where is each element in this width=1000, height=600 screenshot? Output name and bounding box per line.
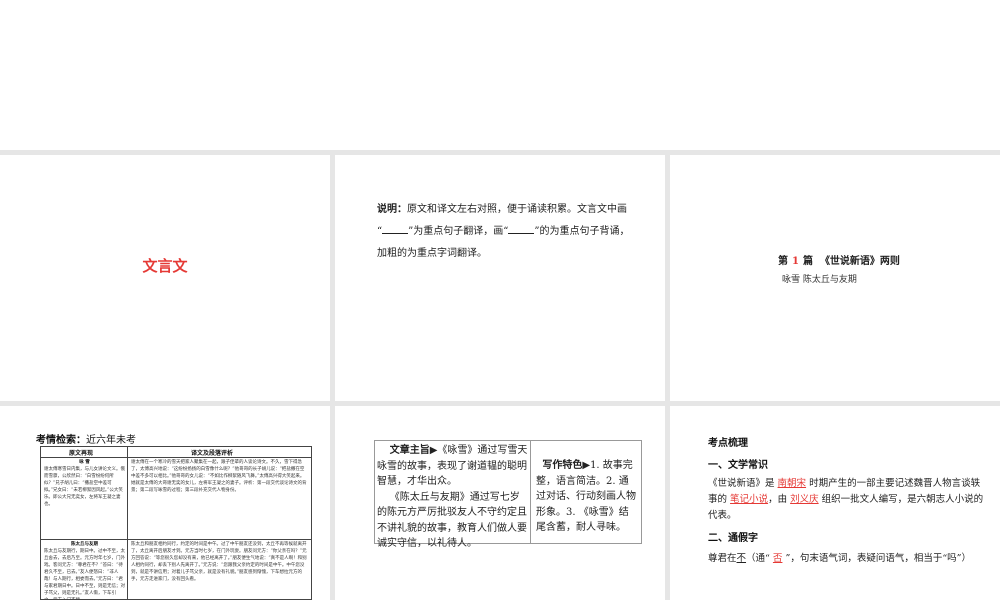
- lesson-number: 1: [792, 256, 799, 267]
- text-fragment: （通“: [746, 553, 770, 564]
- text-fragment: ”，句末语气词，表疑问语气，相当于“吗”）: [785, 553, 972, 564]
- exam-search-key: 考情检索：: [36, 435, 86, 446]
- slide-thumbnail-1[interactable]: 文言文: [0, 155, 330, 401]
- literature-text: 《世说新语》是 南朝宋 时期产生的一部主要记述魏晋人物言谈轶事的 笔记小说，由 …: [708, 476, 986, 524]
- explanation-line1: 原文和译文左右对照，便于诵读积累。文言文中画: [407, 204, 627, 215]
- theme-cell: 文章主旨▶《咏雪》通过写雪天咏雪的故事，表现了谢道韫的聪明智慧，才华出众。 《陈…: [375, 441, 531, 549]
- tongjiazi-text: 尊君在不（通“ 否 ”，句末语气词，表疑问语气，相当于“吗”）: [708, 551, 986, 567]
- text-fragment: 《世说新语》是: [708, 478, 775, 489]
- explanation-part3: ”的为重点句子背诵，: [534, 226, 630, 237]
- underline-blank: [382, 224, 409, 234]
- answer-genre: 笔记小说: [730, 494, 769, 505]
- column-divider: [127, 447, 128, 599]
- explanation-part2: ”为重点句子翻译，画“: [408, 226, 509, 237]
- theme-text-2: 《陈太丘与友期》通过写七岁的陈元方严厉批驳友人不守约定且不讲礼貌的故事，教育人们…: [377, 491, 527, 550]
- feature-cell: 写作特色▶1. 故事完整，语言简洁。2. 通过对话、行动刻画人物形象。3. 《咏…: [532, 441, 640, 543]
- explanation-label: 说明：: [377, 204, 407, 215]
- table-cell-original-2: 陈太丘与友期 陈太丘与友期行，期日中。过中不至，太丘舍去，去后乃至。元方时年七岁…: [44, 541, 125, 599]
- table-cell-original-1: 咏 雪 谢太傅寒雪日内集，与儿女讲论文义。俄而雪骤，公欣然曰：“白雪纷纷何所似？…: [44, 459, 125, 538]
- slide-title: 文言文: [142, 257, 188, 275]
- slide-thumbnail-4[interactable]: 考情检索：近六年未考 原文再现 译文及段落评析 咏 雪 谢太傅寒雪日内集，与儿女…: [0, 406, 330, 600]
- table-header: 原文再现 译文及段落评析: [41, 447, 311, 458]
- cell-text: 谢太傅寒雪日内集，与儿女讲论文义。俄而雪骤，公欣然曰：“白雪纷纷何所似？”兄子胡…: [44, 467, 125, 507]
- slide-thumbnail-2[interactable]: 说明：原文和译文左右对照，便于诵读积累。文言文中画 “”为重点句子翻译，画“ ”的…: [335, 155, 665, 401]
- lesson-heading: 第1篇 《世说新语》两则: [778, 252, 900, 267]
- slide-thumbnail-5[interactable]: 文章主旨▶《咏雪》通过写雪天咏雪的故事，表现了谢道韫的聪明智慧，才华出众。 《陈…: [335, 406, 665, 600]
- explanation-text: 说明：原文和译文左右对照，便于诵读积累。文言文中画 “”为重点句子翻译，画“ ”的…: [377, 199, 639, 265]
- answer-author: 刘义庆: [790, 494, 819, 505]
- answer-dynasty: 南朝宋: [777, 478, 807, 489]
- text-fragment: 尊君在: [708, 553, 737, 564]
- cell-title: 咏 雪: [79, 460, 90, 465]
- summary-box: 文章主旨▶《咏雪》通过写雪天咏雪的故事，表现了谢道韫的聪明智慧，才华出众。 《陈…: [374, 440, 642, 549]
- lesson-title: 《世说新语》两则: [819, 256, 900, 267]
- underline-blank: [508, 224, 535, 234]
- exam-search-value: 近六年未考: [86, 435, 136, 446]
- subsection-literature: 一、文学常识: [708, 460, 768, 471]
- theme-label: 文章主旨▶: [389, 445, 438, 456]
- text-fragment: ，由: [768, 494, 788, 505]
- cell-text: 陈太丘与友期行，期日中。过中不至，太丘舍去，去后乃至。元方时年七岁，门外戏。客问…: [44, 549, 125, 599]
- cell-title: 陈太丘与友期: [71, 542, 98, 547]
- col-translation-header: 译文及段落评析: [191, 450, 234, 457]
- heading-di: 第: [778, 256, 788, 267]
- exam-search-label: 考情检索：近六年未考: [36, 431, 136, 446]
- heading-pian: 篇: [802, 256, 813, 267]
- col-original-header: 原文再现: [69, 450, 94, 457]
- slide-thumbnail-3[interactable]: 第1篇 《世说新语》两则 咏雪 陈太丘与友期: [670, 155, 1000, 401]
- subsection-tongjiazi: 二、通假字: [708, 533, 758, 544]
- text-comparison-table: 原文再现 译文及段落评析 咏 雪 谢太傅寒雪日内集，与儿女讲论文义。俄而雪骤，公…: [40, 446, 312, 600]
- table-cell-translation-1: 谢太傅在一个寒冷的雪天把家人聚集在一起，跟子侄辈的人谈论诗文。不久，雪下得急了，…: [131, 460, 307, 493]
- blank-top-area: [0, 0, 1000, 150]
- table-cell-translation-2: 陈太丘和朋友相约同行，约定的时间是中午。过了中午朋友还没到，太丘不再等候就离开了…: [131, 542, 307, 582]
- lesson-subtitle: 咏雪 陈太丘与友期: [782, 275, 857, 285]
- slide-thumbnail-6[interactable]: 考点梳理 一、文学常识 《世说新语》是 南朝宋 时期产生的一部主要记述魏晋人物言…: [670, 406, 1000, 600]
- tongjia-word: 不: [736, 553, 747, 564]
- section-title: 考点梳理: [708, 438, 748, 449]
- answer-tongjia: 否: [772, 553, 783, 564]
- row-divider: [41, 539, 311, 540]
- explanation-line3: 加粗的为重点字词翻译。: [377, 248, 487, 259]
- feature-label: 写作特色▶: [542, 460, 591, 471]
